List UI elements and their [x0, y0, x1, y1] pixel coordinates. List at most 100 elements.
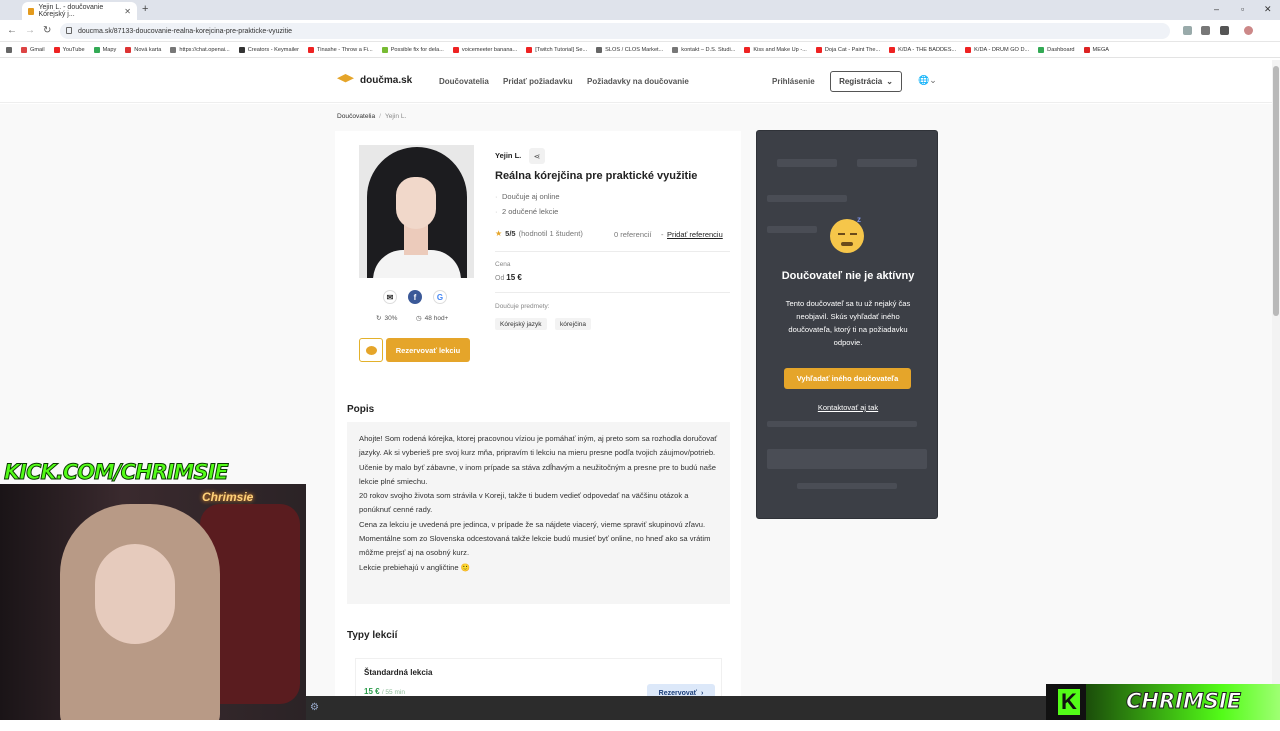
bookmark-item[interactable]: Gmail [21, 46, 45, 53]
online-info: Doučuje aj online [495, 192, 559, 201]
taskbar [306, 696, 1048, 720]
find-another-tutor-button[interactable]: Vyhľadať iného doučovateľa [784, 368, 911, 389]
lesson-price: 15 € / 55 min [364, 687, 405, 696]
add-reference-link[interactable]: Pridať referenciu [667, 230, 723, 239]
tutor-title: Reálna kórejčina pre praktické využitie [495, 170, 698, 182]
refresh-icon: ↻ [376, 315, 382, 322]
message-button[interactable] [359, 338, 383, 362]
lesson-name: Štandardná lekcia [364, 668, 433, 677]
tutor-photo [359, 145, 474, 278]
bookmark-item[interactable]: kontakt – D.S. Studi... [672, 46, 735, 53]
bookmark-apps-icon[interactable] [6, 46, 12, 53]
bookmark-item[interactable]: K/DA - THE BADDES... [889, 46, 956, 53]
address-bar-row: ← → ↻ doucma.sk/87133-doucovanie-realna-… [0, 20, 1280, 42]
tutor-name: Yejin L. [495, 151, 522, 160]
bookmark-item[interactable]: Creators - Keymailer [238, 46, 299, 53]
webcam-overlay: Chrimsie [0, 484, 306, 720]
streamer-brand-overlay: K CHRIMSIE [1046, 684, 1280, 720]
breadcrumb-root[interactable]: Doučovatelia [337, 113, 375, 120]
subjects-label: Doučuje predmety: [495, 303, 550, 310]
url-field[interactable]: doucma.sk/87133-doucovanie-realna-korejc… [60, 23, 1170, 39]
clock-icon: ◷ [416, 315, 422, 322]
star-icon: ★ [495, 229, 503, 238]
extensions-puzzle-icon[interactable] [1201, 26, 1210, 35]
neon-sign: Chrimsie [202, 490, 254, 504]
nav-add-request[interactable]: Pridať požiadavku [503, 77, 573, 86]
back-icon[interactable]: ← [7, 25, 17, 36]
bookmark-item[interactable]: Doja Cat - Paint The... [815, 46, 880, 53]
description-paragraph: 20 rokov svojho života som strávila v Ko… [359, 491, 689, 515]
references-count: 0 referencií [614, 230, 652, 239]
site-logo[interactable]: doučma.sk [337, 74, 412, 86]
nav-tutors[interactable]: Doučovatelia [439, 77, 489, 86]
lessons-taught: 2 odučené lekcie [495, 207, 558, 216]
bookmark-item[interactable]: SLOS / CLOS Market... [596, 46, 663, 53]
site-header: doučma.sk Doučovatelia Pridať požiadavku… [0, 60, 1272, 103]
subject-chip[interactable]: Kórejský jazyk [495, 318, 547, 330]
language-globe-icon[interactable]: 🌐⌄ [918, 75, 937, 86]
lesson-types-title: Typy lekcií [347, 630, 398, 641]
response-time: ◷ 48 hod+ [416, 314, 449, 323]
bookmark-item[interactable]: YouTube [53, 46, 85, 53]
close-tab-icon[interactable]: ✕ [124, 7, 131, 16]
email-verified-icon: ✉ [383, 290, 397, 304]
subject-chip[interactable]: kórejčina [555, 318, 592, 330]
response-rate: ↻ 30% [376, 314, 398, 323]
streamer-name: CHRIMSIE [1125, 689, 1242, 714]
share-icon[interactable]: ⋖ [529, 148, 545, 164]
breadcrumb: Doučovatelia / Yejin L. [337, 113, 407, 120]
description-paragraph: Lekcie prebiehajú v angličtine 🙂 [359, 562, 471, 572]
description-paragraph: Momentálne som zo Slovenska odcestovaná … [359, 534, 711, 558]
kick-url-overlay: KICK.COM/CHRIMSIE [4, 460, 230, 485]
contact-anyway-link[interactable]: Kontaktovať aj tak [757, 403, 939, 412]
inactive-text: Tento doučovateľ sa tu už nejaký čas neo… [785, 299, 911, 347]
bookmark-item[interactable]: Nová karta [125, 46, 161, 53]
steam-icon[interactable]: ⚙ [310, 702, 319, 713]
bookmark-item[interactable]: [Twitch Tutorial] Se... [526, 46, 587, 53]
forward-icon[interactable]: → [25, 25, 35, 36]
divider [495, 251, 730, 252]
minimize-icon[interactable]: – [1214, 4, 1219, 14]
reload-icon[interactable]: ↻ [43, 25, 51, 36]
bookmark-item[interactable]: Possible fix for dela... [381, 46, 444, 53]
close-window-icon[interactable]: ✕ [1264, 4, 1272, 15]
description-paragraph: Ahojte! Som rodená kórejka, ktorej praco… [359, 434, 718, 486]
rating: ★ 5/5 (hodnotil 1 študent) [495, 229, 583, 238]
zzz-icon: z [857, 215, 861, 224]
description-paragraph: Cena za lekciu je uvedená pre jedinca, v… [359, 519, 706, 529]
bookmark-item[interactable]: K/DA - DRUM GO D... [965, 46, 1029, 53]
breadcrumb-current: Yejin L. [384, 113, 407, 120]
browser-tab-strip: Yejin L. - doučovanie Kórejský j... ✕ + … [0, 0, 1280, 20]
bookmark-item[interactable]: Tinashe - Throw a Fi... [308, 46, 373, 53]
maximize-icon[interactable]: ▫ [1241, 4, 1244, 14]
register-button[interactable]: Registrácia ⌄ [830, 71, 902, 92]
price-label: Cena [495, 261, 511, 268]
divider [495, 292, 730, 293]
sleeping-face-icon [830, 219, 864, 253]
bookmark-item[interactable]: https://chat.openai... [170, 46, 230, 53]
kick-logo-icon: K [1058, 689, 1080, 715]
bookmark-item[interactable]: Mapy [93, 46, 116, 53]
bookmark-item[interactable]: Dashboard [1038, 46, 1075, 53]
nav-requests[interactable]: Požiadavky na doučovanie [587, 77, 689, 86]
book-lesson-button[interactable]: Rezervovať lekciu [386, 338, 470, 362]
scrollbar-thumb[interactable] [1273, 66, 1279, 316]
url-text: doucma.sk/87133-doucovanie-realna-korejc… [78, 27, 292, 35]
login-link[interactable]: Prihlásenie [772, 77, 815, 86]
inactive-heading: Doučovateľ nie je aktívny [781, 270, 915, 282]
site-info-icon[interactable] [66, 27, 72, 34]
menu-more-icon[interactable] [1220, 26, 1229, 35]
facebook-verified-icon: f [408, 290, 422, 304]
bookmark-item[interactable]: MEGA [1083, 46, 1109, 53]
page-scrollbar[interactable] [1272, 60, 1280, 720]
extension-icon[interactable] [1183, 26, 1192, 35]
new-tab-icon[interactable]: + [142, 3, 148, 15]
chat-bubble-icon [365, 345, 377, 355]
profile-avatar-icon[interactable] [1244, 26, 1253, 35]
description-box: Ahojte! Som rodená kórejka, ktorej praco… [347, 422, 730, 604]
bookmark-item[interactable]: voicemeeter banana... [452, 46, 517, 53]
bookmarks-bar: Gmail YouTube Mapy Nová karta https://ch… [0, 42, 1280, 58]
browser-tab[interactable]: Yejin L. - doučovanie Kórejský j... ✕ [22, 2, 137, 20]
graduation-cap-icon [337, 74, 354, 83]
bookmark-item[interactable]: Kiss and Make Up -... [744, 46, 807, 53]
